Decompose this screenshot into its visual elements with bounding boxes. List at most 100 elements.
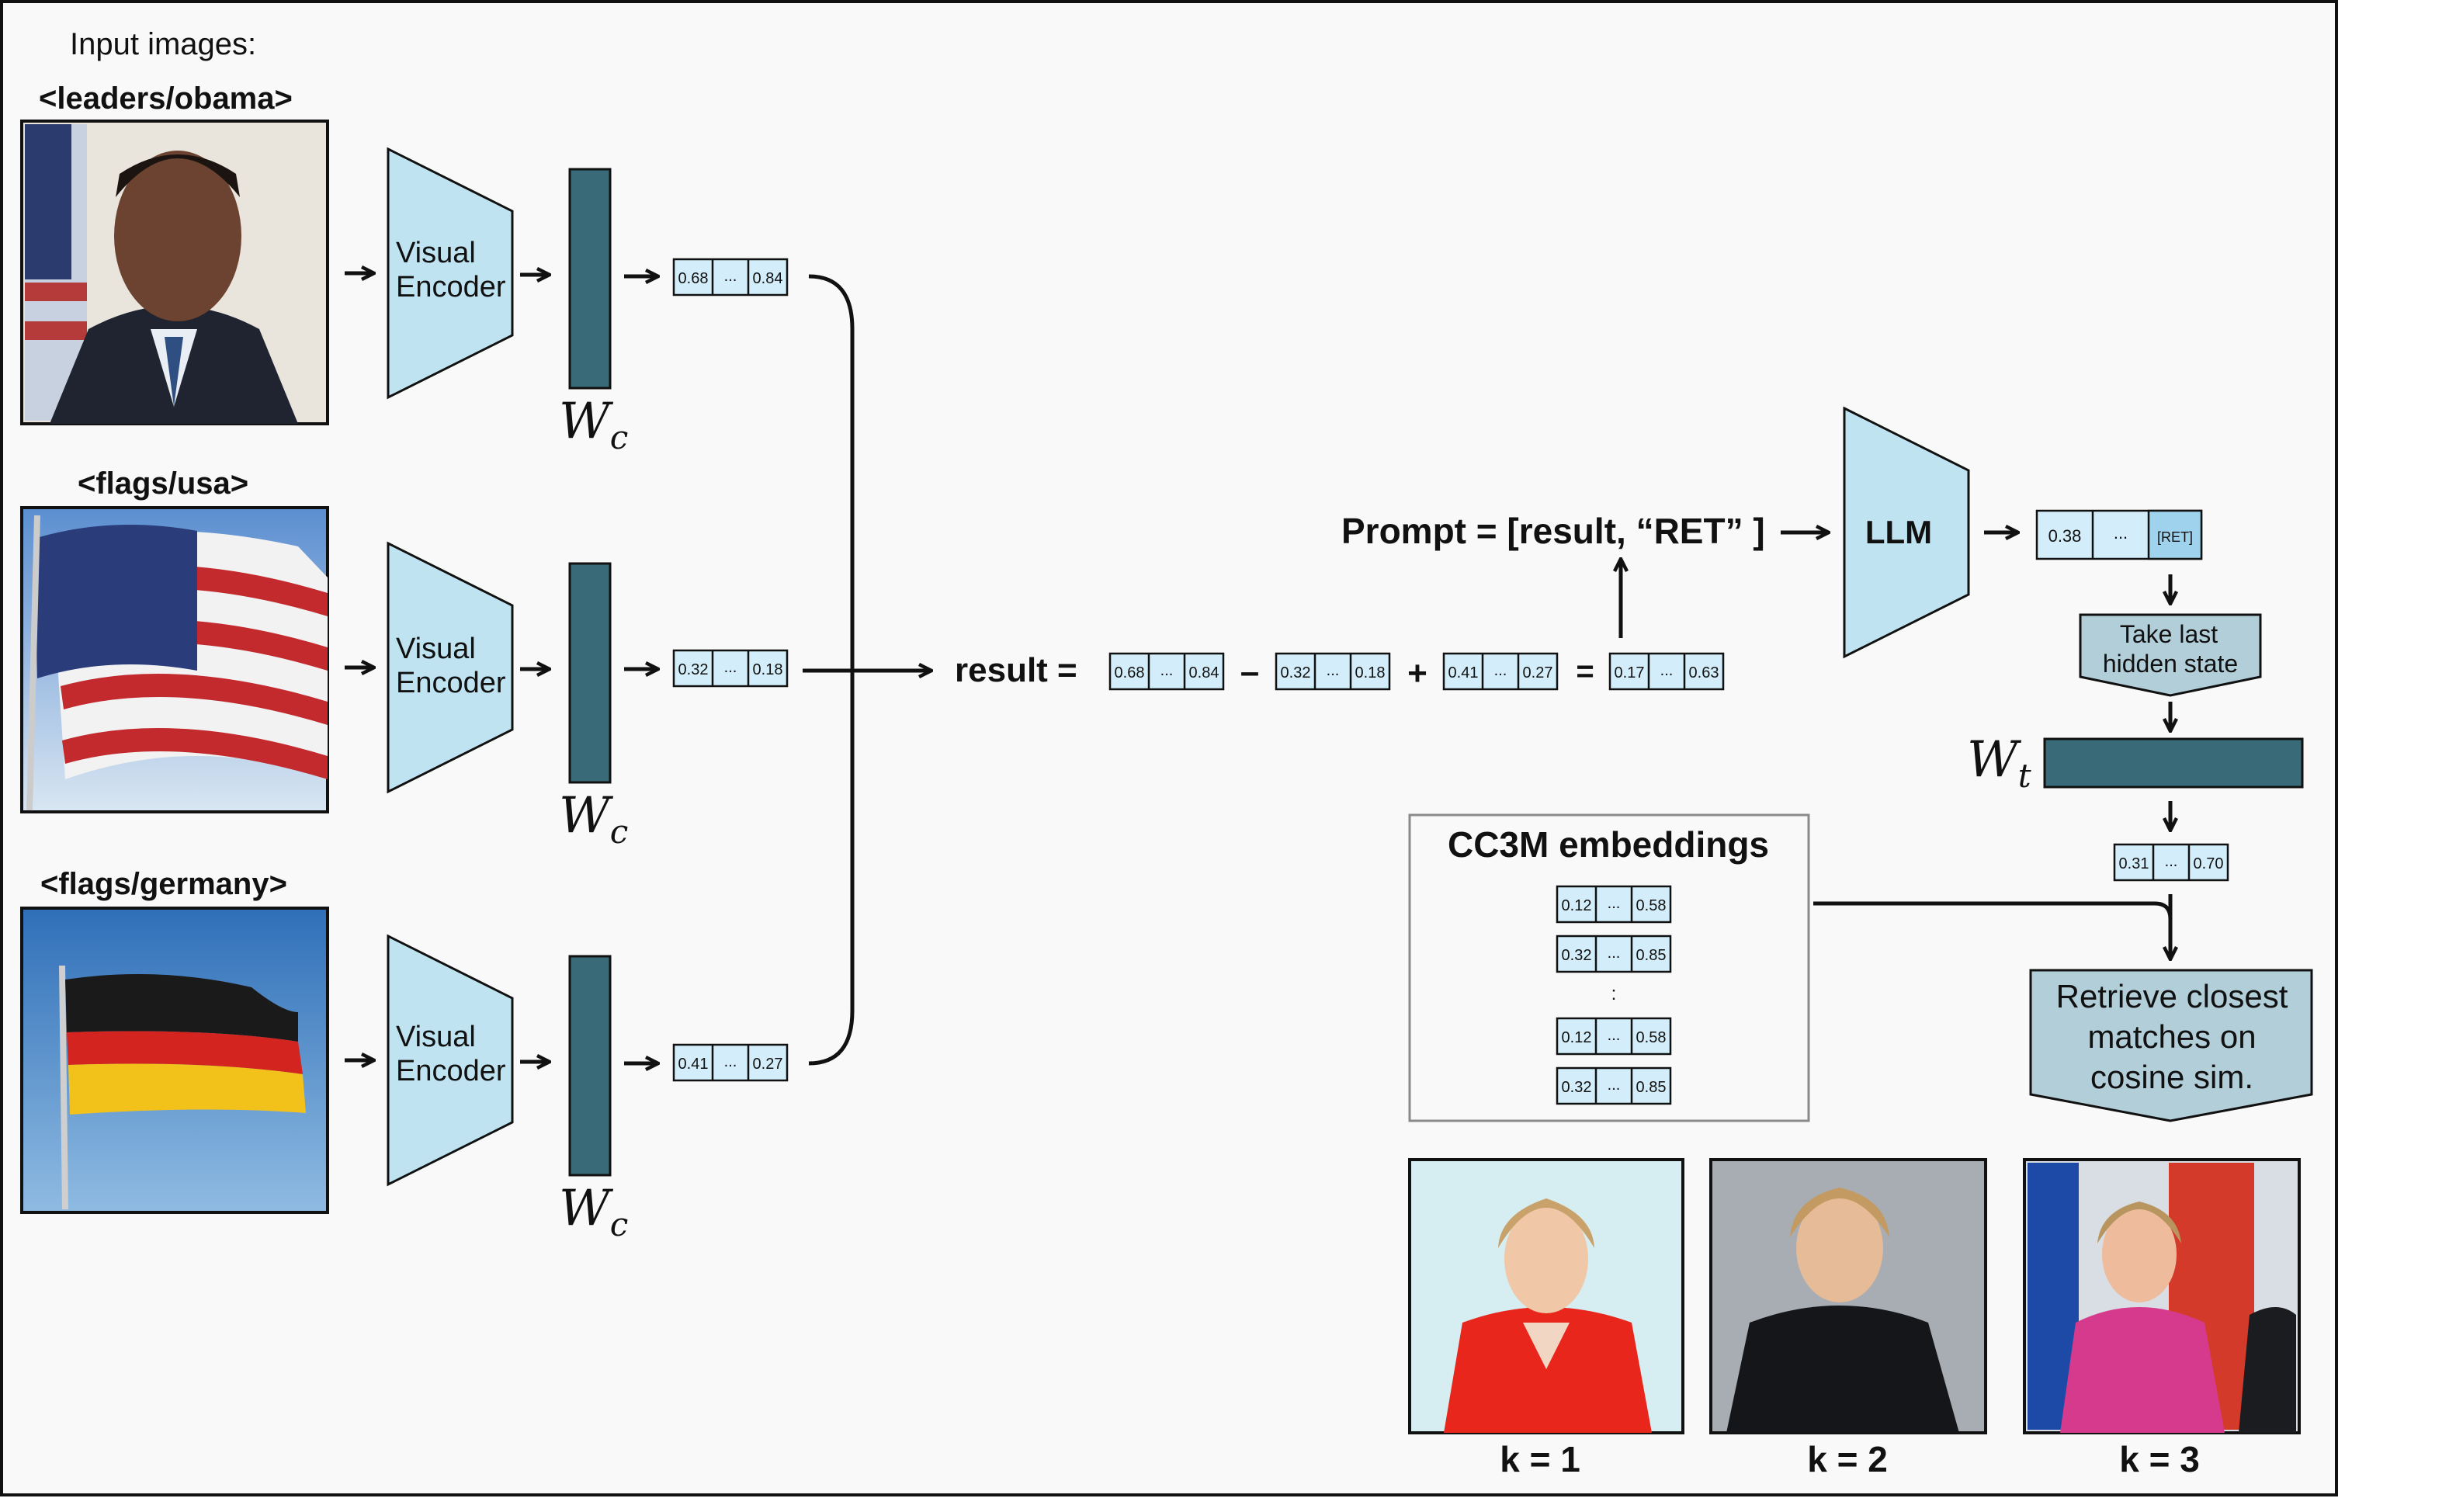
eq-vector-result: 0.17 ... 0.63 bbox=[1608, 652, 1725, 691]
cc3m-row-4-cell-2: ... bbox=[1608, 1077, 1621, 1094]
eq-germany-cell-1: 0.41 bbox=[1448, 664, 1479, 681]
eq-result-cell-3: 0.63 bbox=[1689, 664, 1719, 681]
eq-usa-cell-2: ... bbox=[1327, 662, 1340, 679]
vector-usa: 0.32 ... 0.18 bbox=[672, 649, 789, 688]
eq-result-cell-1: 0.17 bbox=[1615, 664, 1645, 681]
visual-encoder-2: Visual Encoder bbox=[387, 541, 514, 794]
eq-equals: = bbox=[1576, 654, 1594, 688]
retrieve-line3: cosine sim. bbox=[2090, 1059, 2253, 1095]
cc3m-row-3-cell-1: 0.12 bbox=[1562, 1029, 1592, 1046]
cc3m-panel: CC3M embeddings 0.12 ... 0.58 0.32 ... 0… bbox=[1408, 813, 1810, 1122]
eq-usa-cell-3: 0.18 bbox=[1355, 664, 1386, 681]
cc3m-row-3-cell-2: ... bbox=[1608, 1027, 1621, 1044]
cc3m-title: CC3M embeddings bbox=[1448, 824, 1769, 865]
cc3m-row-4-cell-1: 0.32 bbox=[1562, 1079, 1592, 1096]
k-label-3: k = 3 bbox=[2119, 1439, 2200, 1479]
wt-output-vector: 0.31 ... 0.70 bbox=[2113, 843, 2229, 882]
vector-usa-cell-1: 0.32 bbox=[678, 661, 709, 678]
encoder-3-label-line1: Visual bbox=[396, 1021, 476, 1053]
llm-output-ret-cell: [RET] bbox=[2157, 529, 2193, 545]
weight-wc-1 bbox=[568, 168, 612, 390]
vector-obama: 0.68 ... 0.84 bbox=[672, 258, 789, 297]
llm-output-cell-1: 0.38 bbox=[2048, 526, 2082, 546]
connector-cc3m-to-retrieve bbox=[1813, 901, 2173, 920]
cc3m-row-3-cell-3: 0.58 bbox=[1636, 1029, 1667, 1046]
retrieved-image-k3 bbox=[2023, 1158, 2301, 1434]
wt-label: Wt bbox=[1967, 731, 2031, 795]
take-last-line1: Take last bbox=[2120, 620, 2218, 648]
retrieve-panel: Retrieve closest matches on cosine sim. bbox=[2029, 969, 2313, 1122]
cc3m-row-1: 0.12 ... 0.58 bbox=[1556, 885, 1672, 924]
encoder-1-label-line2: Encoder bbox=[396, 271, 506, 303]
usa-flag-photo bbox=[20, 506, 329, 813]
cc3m-row-2: 0.32 ... 0.85 bbox=[1556, 935, 1672, 973]
germany-flag-photo bbox=[20, 907, 329, 1214]
cc3m-row-1-cell-3: 0.58 bbox=[1636, 897, 1667, 914]
llm-output-cell-2: ... bbox=[2114, 523, 2128, 543]
diagram-svg: Input images: <leaders/obama> Visual Enc… bbox=[20, 27, 2313, 1479]
eq-vector-germany: 0.41 ... 0.27 bbox=[1442, 652, 1559, 691]
wc-label-3: Wc bbox=[559, 1180, 628, 1243]
llm-block: LLM bbox=[1843, 406, 1970, 659]
eq-obama-cell-3: 0.84 bbox=[1189, 664, 1219, 681]
vector-usa-cell-3: 0.18 bbox=[753, 661, 783, 678]
retrieved-image-k1 bbox=[1408, 1158, 1684, 1434]
encoder-3-label-line2: Encoder bbox=[396, 1055, 506, 1087]
input-label-obama: <leaders/obama> bbox=[39, 81, 293, 116]
inputs-title: Input images: bbox=[70, 27, 256, 61]
vector-germany-cell-2: ... bbox=[724, 1053, 737, 1070]
encoder-1-label-line1: Visual bbox=[396, 237, 476, 269]
vector-germany: 0.41 ... 0.27 bbox=[672, 1043, 789, 1082]
encoder-2-label-line1: Visual bbox=[396, 633, 476, 665]
vector-obama-cell-1: 0.68 bbox=[678, 270, 709, 287]
cc3m-row-4: 0.32 ... 0.85 bbox=[1556, 1066, 1672, 1105]
vector-usa-cell-2: ... bbox=[724, 659, 737, 676]
input-label-usa: <flags/usa> bbox=[78, 466, 248, 501]
visual-encoder-1: Visual Encoder bbox=[387, 147, 514, 400]
cc3m-row-3: 0.12 ... 0.58 bbox=[1556, 1017, 1672, 1056]
llm-output-vector: 0.38 ... [RET] bbox=[2035, 509, 2203, 560]
eq-plus: + bbox=[1407, 654, 1427, 692]
wc-label-1: Wc bbox=[559, 393, 628, 456]
k-label-1: k = 1 bbox=[1500, 1439, 1580, 1479]
diagram-canvas: Input images: <leaders/obama> Visual Enc… bbox=[0, 0, 2338, 1496]
input-label-germany: <flags/germany> bbox=[40, 867, 287, 901]
wt-output-cell-1: 0.31 bbox=[2119, 855, 2149, 872]
vector-obama-cell-3: 0.84 bbox=[753, 270, 783, 287]
cc3m-row-2-cell-1: 0.32 bbox=[1562, 947, 1592, 964]
eq-usa-cell-1: 0.32 bbox=[1281, 664, 1311, 681]
cc3m-row-2-cell-2: ... bbox=[1608, 945, 1621, 962]
llm-label: LLM bbox=[1865, 514, 1932, 550]
retrieved-image-k2 bbox=[1709, 1158, 1987, 1434]
wc-label-2: Wc bbox=[559, 787, 628, 851]
eq-obama-cell-2: ... bbox=[1160, 662, 1174, 679]
encoder-2-label-line2: Encoder bbox=[396, 667, 506, 699]
cc3m-row-1-cell-1: 0.12 bbox=[1562, 897, 1592, 914]
result-label: result = bbox=[955, 651, 1077, 689]
eq-vector-usa: 0.32 ... 0.18 bbox=[1275, 652, 1391, 691]
eq-result-cell-2: ... bbox=[1660, 662, 1674, 679]
wt-output-cell-3: 0.70 bbox=[2194, 855, 2224, 872]
eq-vector-obama: 0.68 ... 0.84 bbox=[1108, 652, 1225, 691]
cc3m-row-2-cell-3: 0.85 bbox=[1636, 947, 1667, 964]
take-last-hidden-state: Take last hidden state bbox=[2079, 613, 2262, 697]
eq-minus: – bbox=[1240, 653, 1259, 691]
weight-wt bbox=[2043, 737, 2304, 789]
visual-encoder-3: Visual Encoder bbox=[387, 934, 514, 1187]
vector-germany-cell-1: 0.41 bbox=[678, 1056, 709, 1073]
cc3m-row-4-cell-3: 0.85 bbox=[1636, 1079, 1667, 1096]
weight-wc-3 bbox=[568, 955, 612, 1177]
retrieve-line1: Retrieve closest bbox=[2056, 978, 2288, 1014]
cc3m-ellipsis: : bbox=[1611, 983, 1617, 1004]
wt-output-cell-2: ... bbox=[2165, 853, 2178, 870]
prompt-text: Prompt = [result, “RET” ] bbox=[1341, 511, 1765, 551]
k-label-2: k = 2 bbox=[1807, 1439, 1888, 1479]
eq-germany-cell-2: ... bbox=[1494, 662, 1507, 679]
eq-obama-cell-1: 0.68 bbox=[1115, 664, 1145, 681]
vector-germany-cell-3: 0.27 bbox=[753, 1056, 783, 1073]
retrieve-line2: matches on bbox=[2087, 1018, 2256, 1055]
take-last-line2: hidden state bbox=[2103, 650, 2238, 678]
vector-obama-cell-2: ... bbox=[724, 268, 737, 285]
weight-wc-2 bbox=[568, 562, 612, 784]
obama-photo bbox=[20, 120, 329, 425]
